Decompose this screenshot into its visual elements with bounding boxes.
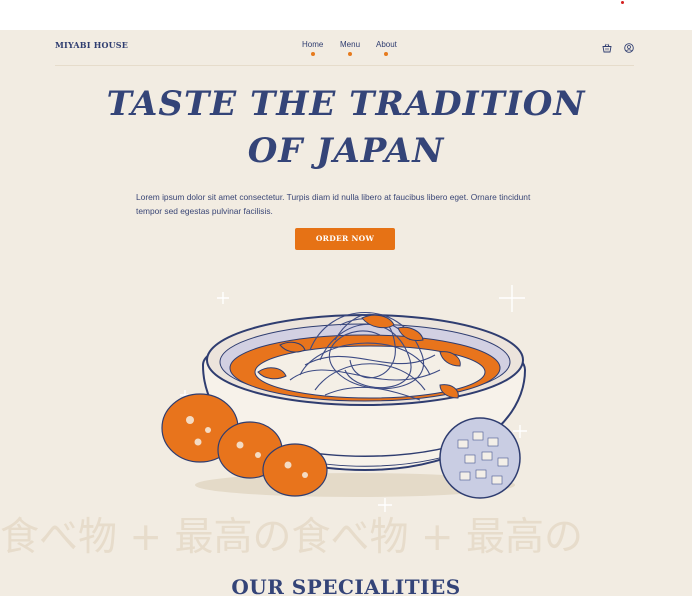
basket-icon[interactable] [602,40,612,53]
notification-dot [621,1,624,4]
specialities-heading: OUR SPECIALITIES [231,575,461,596]
order-now-button[interactable]: ORDER NOW [295,228,395,250]
hero-title-line-2: OF JAPAN [247,131,445,171]
user-icon[interactable] [624,40,634,53]
landing-page: MIYABI HOUSE Home Menu About TASTE THE T… [0,30,692,596]
active-dot [310,52,315,56]
brand-logo[interactable]: MIYABI HOUSE [55,40,128,50]
japanese-marquee: 食べ物 + 最高の食べ物 + 最高の [0,506,692,562]
hero-title-line-1: TASTE THE TRADITION [106,84,586,124]
nav-link-home[interactable]: Home [302,40,324,56]
nav-link-label: Home [302,40,324,49]
nav-dot [384,52,389,56]
nav-link-about[interactable]: About [376,40,397,56]
nav-icons [602,40,634,53]
nav-link-menu[interactable]: Menu [340,40,361,56]
nav-dot [348,52,352,56]
nav-link-label: About [376,40,397,49]
nav-link-label: Menu [340,40,361,49]
browser-top-strip [0,0,692,30]
noodle-bowl-illustration [161,285,527,512]
marquee-text: 食べ物 + 最高の食べ物 + 最高の [0,515,583,560]
top-navigation: MIYABI HOUSE Home Menu About [55,30,634,66]
hero-description: Lorem ipsum dolor sit amet consectetur. … [136,192,531,216]
